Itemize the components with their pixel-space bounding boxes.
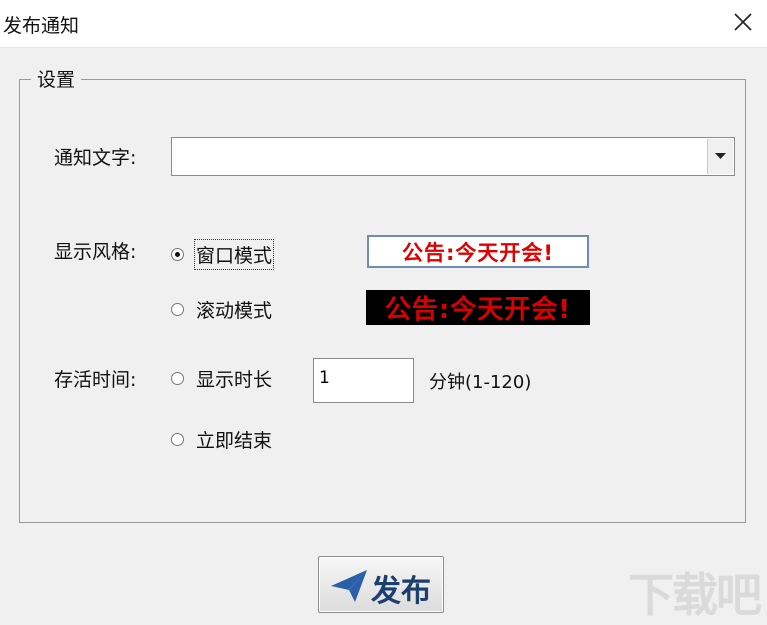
duration-value: 1 [319, 368, 330, 388]
scroll-mode-preview: 公告:今天开会! [366, 290, 590, 325]
paper-plane-icon [331, 570, 367, 602]
duration-unit: 分钟(1-120) [429, 372, 532, 393]
window-title: 发布通知 [3, 15, 80, 37]
close-button[interactable] [729, 8, 757, 36]
title-bar: 发布通知 [0, 0, 767, 48]
lifetime-label: 存活时间: [54, 369, 137, 391]
publish-button[interactable]: 发布 [318, 556, 444, 613]
preview-window-text: 公告:今天开会! [402, 240, 554, 265]
radio-label: 滚动模式 [196, 300, 273, 322]
radio-label: 立即结束 [196, 430, 273, 452]
settings-legend: 设置 [31, 65, 82, 92]
radio-dot [171, 303, 184, 316]
radio-scroll-mode[interactable]: 滚动模式 [171, 296, 272, 323]
notice-text-label: 通知文字: [54, 147, 137, 169]
duration-input[interactable]: 1 [313, 358, 414, 403]
publish-label: 发布 [371, 574, 431, 609]
display-style-label: 显示风格: [54, 241, 137, 263]
radio-dot [171, 372, 184, 385]
preview-scroll-text: 公告:今天开会! [384, 295, 572, 325]
window-mode-preview: 公告:今天开会! [367, 235, 589, 268]
radio-window-mode[interactable]: 窗口模式 [171, 239, 275, 270]
radio-label: 窗口模式 [193, 239, 275, 270]
radio-end-immediately[interactable]: 立即结束 [171, 426, 272, 453]
chevron-down-icon [715, 153, 726, 159]
radio-dot [171, 248, 184, 261]
notice-text-combo[interactable] [171, 137, 735, 176]
radio-dot [171, 433, 184, 446]
radio-display-duration[interactable]: 显示时长 [171, 365, 272, 392]
watermark: 下载吧 [628, 568, 762, 622]
combo-dropdown-button[interactable] [707, 139, 733, 174]
close-icon [734, 13, 752, 31]
radio-label: 显示时长 [196, 369, 273, 391]
